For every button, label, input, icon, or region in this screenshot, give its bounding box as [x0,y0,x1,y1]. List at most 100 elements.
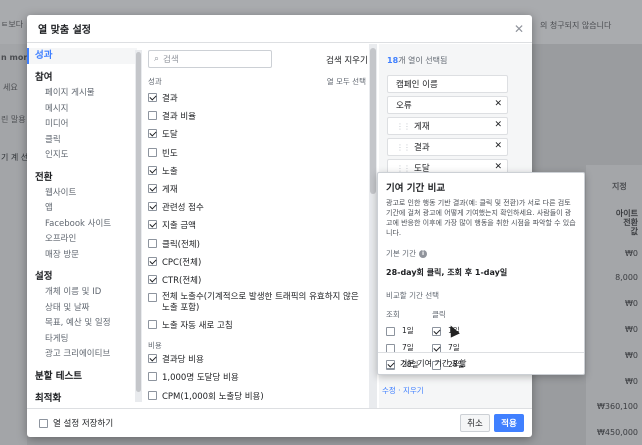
background-cell: ₩360,100 [597,402,638,411]
metric-checkbox-row[interactable]: 결과당 비용 [148,353,368,371]
background-table-column: 지정 아이트 전환 값 ₩0 8,000 ₩0 ₩0 ₩0 ₩0 ₩360,10… [586,165,642,445]
selected-column-item[interactable]: 오류 ✕ [387,96,508,114]
checkbox[interactable] [39,419,48,428]
background-cell: 아이트 전환 값 [615,209,638,236]
checkbox[interactable] [386,359,395,369]
drag-handle-icon[interactable]: ⋮⋮ [396,122,411,131]
category-item[interactable]: 페이지 게시물 [27,86,137,102]
search-input[interactable]: ⌕ 검색 [148,50,272,68]
category-item[interactable]: 목표, 예산 및 일정 [27,316,137,332]
checkbox[interactable] [148,93,157,102]
metric-label: 1,000명 도달당 비용 [162,373,239,384]
category-item[interactable]: 클릭 [27,133,137,149]
background-cell: ₩0 [625,351,638,360]
save-settings-checkbox[interactable]: 열 설정 저장하기 [39,417,113,429]
category-scrollbar-thumb[interactable] [136,52,141,392]
modal-header: 열 맞춤 설정 ✕ [27,15,532,43]
metric-group-title: 비용 [148,341,162,351]
info-icon[interactable]: i [418,249,427,258]
metric-checkbox-row[interactable]: 관련성 점수 [148,201,368,219]
metric-checkbox-row[interactable]: 노출 자동 새로 고침 [148,319,368,337]
cancel-button[interactable]: 취소 [460,414,490,432]
metric-scrollbar[interactable] [369,44,377,408]
category-item[interactable]: 앱 [27,201,137,217]
category-item[interactable]: 메시지 [27,102,137,118]
category-item[interactable]: 웹사이트 [27,186,137,202]
checkbox[interactable] [148,165,157,175]
metric-checkbox-row[interactable]: CPM(1,000회 노출당 비용) [148,390,368,408]
remove-column-icon[interactable]: ✕ [494,99,502,109]
view-window-option[interactable]: 1일 [386,325,414,336]
checkbox[interactable] [148,256,157,266]
category-scrollbar[interactable] [135,50,142,402]
selected-count-suffix: 개 열이 선택됨 [398,56,448,65]
metric-checkbox-row[interactable]: CTR(전체) [148,274,368,292]
category-item[interactable]: 매장 방문 [27,248,137,264]
metric-checkbox-row[interactable]: 결과 [148,92,368,110]
checkbox[interactable] [148,183,157,193]
checkbox[interactable] [148,320,157,330]
category-heading[interactable]: 참여 [27,70,137,86]
remove-column-icon[interactable]: ✕ [494,120,502,130]
checkbox[interactable] [148,390,157,400]
checkbox[interactable] [148,129,157,139]
clear-search-link[interactable]: 검색 지우기 [326,54,368,66]
checkbox[interactable] [148,293,157,303]
checkbox[interactable] [386,326,395,336]
metric-checkbox-row[interactable]: 클릭(전체) [148,238,368,256]
checkbox[interactable] [148,220,157,230]
remove-column-icon[interactable]: ✕ [494,162,502,172]
metric-scrollbar-thumb[interactable] [370,48,376,194]
drag-handle-icon[interactable]: ⋮⋮ [396,143,411,152]
metric-checkbox-row[interactable]: 1,000명 도달당 비용 [148,371,368,389]
selected-column-item[interactable]: ⋮⋮ 게재 ✕ [387,117,508,135]
checkbox[interactable] [148,147,157,157]
select-all-columns-link[interactable]: 열 모두 선택 [327,76,366,87]
metric-label: 게재 [162,184,178,195]
category-item[interactable]: 타게팅 [27,332,137,348]
include-default-checkbox[interactable]: 기본 기여 기간 포함 [378,352,584,374]
checkbox[interactable] [148,372,157,382]
checkbox[interactable] [148,238,157,248]
category-item[interactable]: Facebook 사이트 [27,217,137,233]
category-heading[interactable]: 설정 [27,269,137,285]
metric-checkbox-row[interactable]: 전체 노출수(기계적으로 발생한 트래픽의 유효하지 않은 노출 포함) [148,292,368,319]
metric-checkbox-row[interactable]: 지출 금액 [148,219,368,237]
background-cell: ₩450,000 [597,428,638,437]
background-notice: 의 청구되지 않습니다 [540,21,612,30]
checkbox[interactable] [148,274,157,284]
close-icon[interactable]: ✕ [514,22,524,36]
metric-label: 결과당 비용 [162,355,204,366]
category-heading[interactable]: 분할 테스트 [27,369,137,385]
apply-button[interactable]: 적용 [494,414,524,432]
remove-column-icon[interactable]: ✕ [494,141,502,151]
metric-checkbox-row[interactable]: 게재 [148,183,368,201]
checkbox[interactable] [432,326,441,336]
checkbox[interactable] [148,202,157,212]
category-heading[interactable]: 최적화 [27,391,137,407]
metric-checkbox-row[interactable]: 빈도 [148,147,368,165]
metric-checkbox-row[interactable]: 도달 [148,128,368,146]
selected-column-item[interactable]: 캠페인 이름 [387,75,508,93]
selected-column-label: 결과 [414,143,430,153]
category-item[interactable]: 개체 이름 및 ID [27,285,137,301]
category-heading[interactable]: 성과 [27,48,137,64]
category-item[interactable]: 미디어 [27,117,137,133]
checkbox[interactable] [148,354,157,364]
edit-clear-links[interactable]: 수정 · 지우기 [382,385,424,396]
category-item[interactable]: 상태 및 날짜 [27,301,137,317]
metric-checkbox-row[interactable]: 노출 [148,165,368,183]
category-item[interactable]: 오프라인 [27,232,137,248]
selected-column-item[interactable]: ⋮⋮ 결과 ✕ [387,138,508,156]
category-item[interactable]: 인지도 [27,148,137,164]
metric-label: 노출 [162,166,178,177]
default-window-label: 기본 기간 i [386,248,576,259]
checkbox[interactable] [148,111,157,121]
metric-checkbox-row[interactable]: 결과 비율 [148,110,368,128]
metric-checkbox-row[interactable]: CPC(전체) [148,256,368,274]
background-cell: ₩0 [625,249,638,258]
category-heading[interactable]: 전환 [27,170,137,186]
background-cell: ₩0 [625,325,638,334]
category-item[interactable]: 광고 크리에이티브 [27,347,137,363]
popover-description: 광고로 인한 행동 기반 결과(예: 클릭 및 전환)가 서로 다른 검토 기간… [386,199,576,237]
